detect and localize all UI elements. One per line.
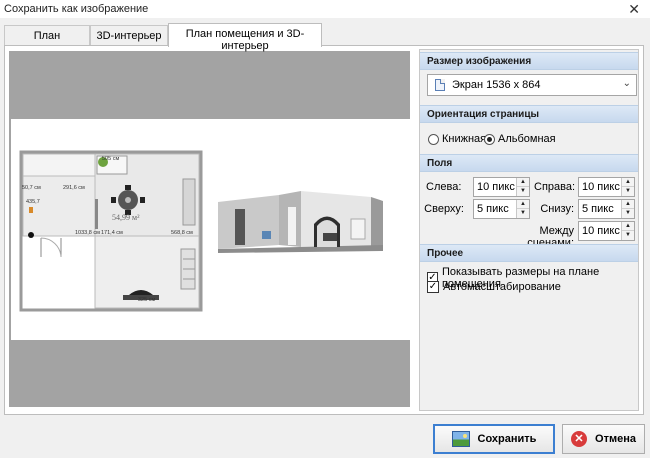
spin-down-icon[interactable]: ▼ xyxy=(622,209,634,218)
preview-sheet: 50,7 см 291,6 см 435,7 1033,8 см 171,4 с… xyxy=(11,119,410,340)
section-margins: Поля xyxy=(420,154,638,172)
tab-floor-plan[interactable]: План помещения xyxy=(4,25,90,54)
margin-right-value[interactable]: 10 пикс xyxy=(582,181,620,193)
image-preview: 50,7 см 291,6 см 435,7 1033,8 см 171,4 с… xyxy=(9,51,410,407)
margin-bottom-spinner[interactable]: 5 пикс ▲ ▼ xyxy=(578,199,635,219)
tab-plan-and-3d[interactable]: План помещения и 3D-интерьер xyxy=(168,23,322,52)
spin-down-icon[interactable]: ▼ xyxy=(517,209,529,218)
margin-top-value[interactable]: 5 пикс xyxy=(477,203,509,215)
floor-plan-drawing: 50,7 см 291,6 см 435,7 1033,8 см 171,4 с… xyxy=(19,150,203,312)
close-icon[interactable]: ✕ xyxy=(628,0,640,18)
plan-dim-label: 325 см xyxy=(138,297,155,303)
cancel-button-label: Отмена xyxy=(595,433,636,445)
margin-right-spinner[interactable]: 10 пикс ▲ ▼ xyxy=(578,177,635,197)
checkbox-autoscale[interactable]: ✓ xyxy=(427,281,439,293)
radio-landscape-circle[interactable] xyxy=(484,133,495,145)
margin-top-spinner[interactable]: 5 пикс ▲ ▼ xyxy=(473,199,530,219)
section-image-size: Размер изображения xyxy=(420,52,638,70)
cancel-icon: ✕ xyxy=(571,431,588,447)
margin-bottom-value[interactable]: 5 пикс xyxy=(582,203,614,215)
radio-landscape-label: Альбомная xyxy=(498,133,556,145)
margin-top-label: Сверху: xyxy=(424,203,464,215)
3d-interior-render xyxy=(218,191,383,253)
radio-portrait[interactable]: Книжная xyxy=(428,133,486,145)
spin-up-icon[interactable]: ▲ xyxy=(517,200,529,209)
spin-up-icon[interactable]: ▲ xyxy=(622,178,634,187)
chevron-down-icon[interactable]: ⌄ xyxy=(623,78,631,89)
margin-right-label: Справа: xyxy=(534,181,576,193)
image-size-value: Экран 1536 x 864 xyxy=(452,79,541,91)
image-size-dropdown[interactable]: Экран 1536 x 864 ⌄ xyxy=(427,74,637,96)
settings-panel: Размер изображения Экран 1536 x 864 ⌄ Ор… xyxy=(419,49,639,411)
plan-dim-label: 1033,8 см xyxy=(75,230,100,236)
spin-up-icon[interactable]: ▲ xyxy=(622,222,634,231)
margin-bottom-label: Снизу: xyxy=(540,203,574,215)
save-button[interactable]: Сохранить xyxy=(433,424,555,454)
spin-up-icon[interactable]: ▲ xyxy=(622,200,634,209)
spin-down-icon[interactable]: ▼ xyxy=(622,231,634,240)
margin-left-label: Слева: xyxy=(426,181,462,193)
section-orientation: Ориентация страницы xyxy=(420,105,638,123)
autoscale-checkbox[interactable]: ✓ Автомасштабирование xyxy=(427,281,561,293)
document-icon xyxy=(435,79,445,91)
autoscale-label: Автомасштабирование xyxy=(443,281,561,293)
save-button-label: Сохранить xyxy=(477,433,537,445)
plan-dim-label: 435,7 xyxy=(26,199,40,205)
margin-left-spinner[interactable]: 10 пикс ▲ ▼ xyxy=(473,177,530,197)
tab-3d-interior[interactable]: 3D-интерьер xyxy=(90,25,168,46)
margin-between-spinner[interactable]: 10 пикс ▲ ▼ xyxy=(578,221,635,241)
section-other: Прочее xyxy=(420,244,638,262)
radio-portrait-circle[interactable] xyxy=(428,133,439,145)
picture-icon xyxy=(451,431,470,447)
plan-dim-label: 505 см xyxy=(102,156,119,162)
plan-dim-label: 171,4 см xyxy=(101,230,123,236)
preview-image: 50,7 см 291,6 см 435,7 1033,8 см 171,4 с… xyxy=(19,150,383,312)
margin-left-value[interactable]: 10 пикс xyxy=(477,181,515,193)
title-bar: Сохранить как изображение ✕ xyxy=(0,0,650,18)
radio-portrait-label: Книжная xyxy=(442,133,487,145)
cancel-button[interactable]: ✕ Отмена xyxy=(562,424,645,454)
plan-dim-label: 50,7 см xyxy=(22,185,41,191)
plan-dim-label: 291,6 см xyxy=(63,185,85,191)
plan-area-label: 54,99 м² xyxy=(112,213,140,222)
margin-between-value[interactable]: 10 пикс xyxy=(582,225,620,237)
spin-down-icon[interactable]: ▼ xyxy=(517,187,529,196)
spin-down-icon[interactable]: ▼ xyxy=(622,187,634,196)
window-title: Сохранить как изображение xyxy=(4,3,149,15)
plan-dim-label: 568,8 см xyxy=(171,230,193,236)
spin-up-icon[interactable]: ▲ xyxy=(517,178,529,187)
radio-landscape[interactable]: Альбомная xyxy=(484,133,556,145)
